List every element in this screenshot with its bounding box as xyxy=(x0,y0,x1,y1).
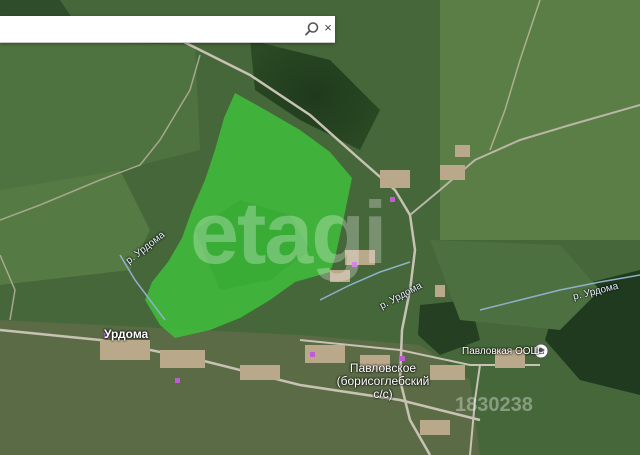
meadow-northeast xyxy=(440,0,640,240)
watermark-logo: etagi xyxy=(190,183,387,282)
label-pavlovskoe: Павловское (борисоглебский с/с) xyxy=(333,362,433,401)
label-school: Павловкая ООШ xyxy=(462,346,540,357)
close-icon[interactable]: × xyxy=(322,20,334,36)
watermark-listing-id: 1830238 xyxy=(455,394,533,416)
label-urdoma: Урдома xyxy=(104,327,149,341)
search-icon[interactable] xyxy=(304,21,320,37)
label-pavlovskoe-line3: с/с) xyxy=(373,387,393,401)
search-bar: × xyxy=(0,16,335,43)
search-input[interactable] xyxy=(0,16,290,42)
